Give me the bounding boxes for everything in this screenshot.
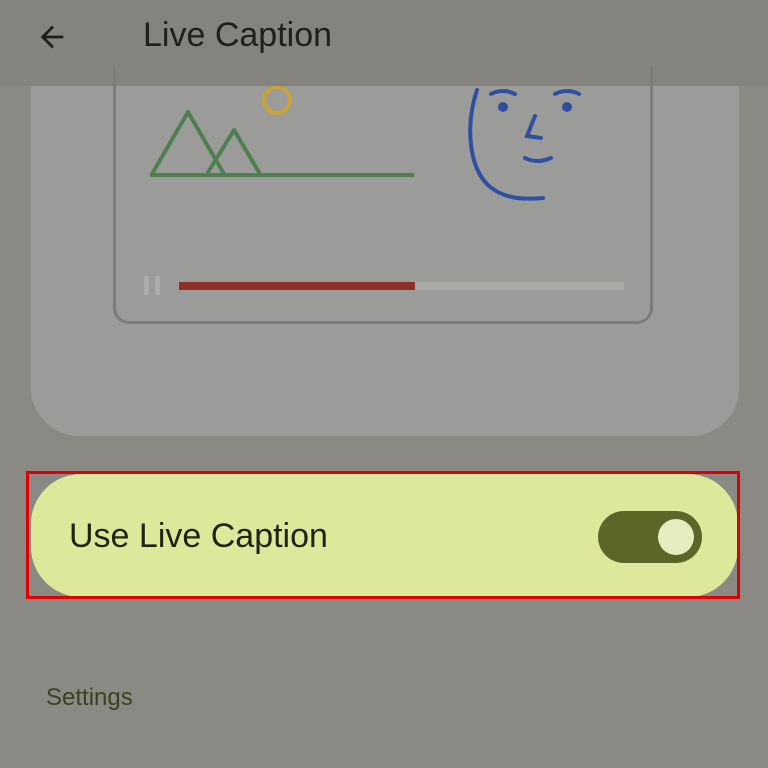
back-button[interactable]: [22, 14, 82, 60]
arrow-back-icon: [40, 25, 64, 49]
switch-thumb: [658, 519, 694, 555]
live-caption-switch[interactable]: [598, 511, 702, 563]
use-live-caption-row[interactable]: Use Live Caption: [31, 474, 738, 597]
toggle-label: Use Live Caption: [69, 517, 328, 555]
page-title: Live Caption: [143, 16, 333, 54]
progress-fill: [179, 282, 415, 290]
live-caption-illustration: [144, 86, 624, 295]
face-icon: [468, 88, 581, 201]
mountains-icon: [150, 110, 414, 177]
illustration-card: [31, 66, 739, 436]
sun-icon: [262, 86, 292, 115]
settings-header: Settings: [46, 684, 133, 711]
pause-icon: [144, 276, 160, 295]
